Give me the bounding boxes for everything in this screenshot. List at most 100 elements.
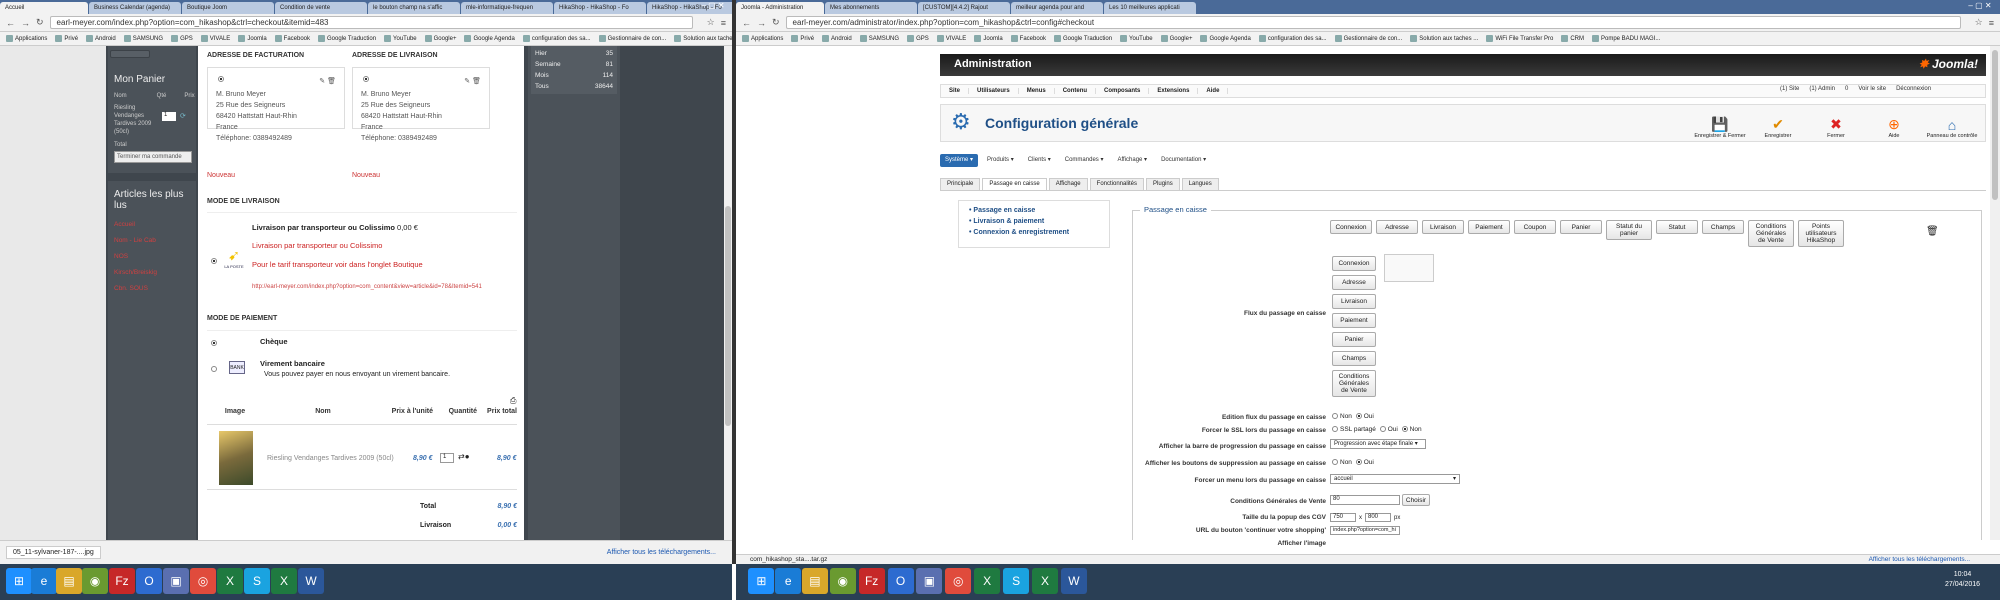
admin-status-item[interactable]: (1) Site [1780, 86, 1799, 92]
flow-step-button[interactable]: Adresse [1332, 275, 1376, 290]
bookmark[interactable]: Privé [55, 35, 78, 42]
windows-start-icon[interactable]: ⊞ [6, 568, 32, 594]
popular-article-link[interactable]: Nom - Lie Cab [114, 237, 190, 244]
update-icon[interactable]: ⇄● [458, 452, 470, 461]
browser-tab[interactable]: Business Calendar (agenda) [89, 2, 181, 14]
bookmark[interactable]: Solution aux taches ... [674, 35, 732, 42]
clock[interactable]: 10:04 27/04/2016 [1945, 570, 1980, 590]
config-tab[interactable]: Langues [1181, 178, 1219, 190]
admin-menu-item[interactable]: Composants [1096, 88, 1150, 94]
right-window-controls[interactable]: – ▢ ✕ [1962, 0, 1998, 12]
billing-radio[interactable] [218, 76, 224, 82]
browser-tab[interactable]: meilleur agenda pour and [1011, 2, 1103, 14]
explorer-icon[interactable]: ▤ [56, 568, 82, 594]
admin-menu-item[interactable]: Menus [1019, 88, 1055, 94]
filezilla-icon[interactable]: Fz [109, 568, 135, 594]
word-icon[interactable]: W [298, 568, 324, 594]
explorer-icon[interactable]: ▤ [801, 568, 828, 594]
star-icon[interactable]: ☆ [707, 17, 715, 28]
product-name[interactable]: Riesling Vendanges Tardives 2009 (50cl) [267, 455, 394, 462]
product-image[interactable] [219, 431, 253, 485]
bookmark[interactable]: Google Traduction [318, 35, 376, 42]
delivery-radio[interactable] [211, 258, 217, 264]
product-qty-input[interactable]: 1 [440, 453, 454, 463]
payment-radio-bank[interactable] [211, 366, 217, 372]
bookmark[interactable]: Facebook [1010, 35, 1046, 42]
progress-select[interactable]: Progression avec étape finale ▾ [1330, 439, 1426, 449]
refresh-icon[interactable]: ⟳ [180, 112, 186, 136]
chrome-icon[interactable]: ◎ [190, 568, 216, 594]
trash-icon[interactable]: 🗑 [1926, 226, 1939, 237]
bookmark[interactable]: Applications [6, 35, 47, 42]
show-all-downloads[interactable]: Afficher tous les téléchargements... [607, 549, 716, 556]
windows-start-icon[interactable]: ⊞ [748, 568, 775, 594]
hika-menu-item[interactable]: Affichage ▾ [1112, 154, 1152, 167]
bookmark[interactable]: Gestionnaire de con... [598, 35, 666, 42]
flow-step-button[interactable]: Connexion [1332, 256, 1376, 271]
flow-step-button[interactable]: Coupon [1514, 220, 1556, 234]
browser-tab[interactable]: Condition de vente [275, 2, 367, 14]
edit-flow-radios[interactable]: Non Oui [1330, 413, 1374, 420]
forward-icon[interactable]: → [21, 18, 30, 28]
outlook-icon[interactable]: O [887, 568, 914, 594]
flow-step-button[interactable]: Livraison [1422, 220, 1464, 234]
bookmark[interactable]: Facebook [274, 35, 310, 42]
menu-icon[interactable]: ≡ [721, 18, 726, 28]
bookmark[interactable]: SAMSUNG [123, 35, 163, 42]
browser-tab[interactable]: le bouton champ na s'affic [368, 2, 460, 14]
browser-tab[interactable]: Joomla - Administration [736, 2, 824, 14]
browser-tab[interactable]: HikaShop - HikaShop - Fo [554, 2, 646, 14]
popular-article-link[interactable]: Kirsch/Breiskig [114, 269, 190, 276]
flow-step-button[interactable]: Points utilisateurs HikaShop [1798, 220, 1844, 247]
bookmark[interactable]: YouTube [1120, 35, 1153, 42]
toolbar-button[interactable]: ✔ Enregistrer [1751, 107, 1805, 139]
app-icon[interactable]: ▣ [916, 568, 943, 594]
flow-step-button[interactable]: Panier [1560, 220, 1602, 234]
bookmark[interactable]: CRM [1561, 35, 1584, 42]
toolbar-button[interactable]: ⌂ Panneau de contrôle [1925, 107, 1979, 139]
flow-step-button[interactable]: Conditions Générales de Vente [1332, 370, 1376, 397]
sidenav-link[interactable]: • Passage en caisse [969, 205, 1099, 216]
admin-menu-item[interactable]: Extensions [1149, 88, 1199, 94]
menu-select[interactable]: accueil ▾ [1330, 474, 1460, 484]
admin-menu-item[interactable]: Utilisateurs [969, 88, 1019, 94]
flow-step-button[interactable]: Champs [1332, 351, 1376, 366]
admin-menu-item[interactable]: Contenu [1055, 88, 1097, 94]
admin-status-item[interactable]: Voir le site [1858, 86, 1886, 92]
bookmark[interactable]: Solution aux taches ... [1410, 35, 1478, 42]
hika-menu-item[interactable]: Commandes ▾ [1060, 154, 1109, 167]
sidenav-link[interactable]: • Connexion & enregistrement [969, 227, 1099, 238]
config-tab[interactable]: Principale [940, 178, 981, 190]
cgv-input[interactable]: 80 [1330, 495, 1400, 505]
back-icon[interactable]: ← [6, 18, 15, 28]
admin-status-item[interactable]: Déconnexion [1896, 86, 1931, 92]
skype-icon[interactable]: S [244, 568, 270, 594]
admin-menu-item[interactable]: Site [941, 88, 970, 94]
bookmark[interactable]: Android [86, 35, 116, 42]
excel-icon[interactable]: X [271, 568, 297, 594]
ie-icon[interactable]: e [31, 568, 57, 594]
flow-step-button[interactable]: Statut [1656, 220, 1698, 234]
excel-icon[interactable]: X [1031, 568, 1058, 594]
edit-icon[interactable]: ✎ 🗑 [319, 76, 336, 87]
filezilla-icon[interactable]: Fz [858, 568, 885, 594]
toolbar-button[interactable]: ⊕ Aide [1867, 107, 1921, 139]
popup-height-input[interactable]: 800 [1365, 513, 1391, 522]
left-scrollbar[interactable] [724, 46, 732, 540]
bookmark[interactable]: Pompe BADU MAGI... [1592, 35, 1660, 42]
left-window-controls[interactable]: – ▢ ✕ [695, 0, 731, 12]
config-tab[interactable]: Fonctionnalités [1089, 178, 1145, 190]
toolbar-button[interactable]: 💾 Enregistrer & Fermer [1693, 107, 1747, 139]
config-tab[interactable]: Passage en caisse [982, 178, 1047, 190]
shipping-radio[interactable] [363, 76, 369, 82]
browser-tab[interactable]: mle-informatique-frequen [461, 2, 553, 14]
continue-url-input[interactable]: index.php?option=com_hi [1330, 526, 1400, 535]
bookmark[interactable]: GPS [171, 35, 193, 42]
billing-new-link[interactable]: Nouveau [207, 172, 235, 179]
reload-icon[interactable]: ↻ [772, 17, 780, 28]
shipping-new-link[interactable]: Nouveau [352, 172, 380, 179]
flow-step-button[interactable]: Champs [1702, 220, 1744, 234]
checkout-button[interactable]: Terminer ma commande [114, 151, 192, 163]
bookmark[interactable]: Applications [742, 35, 783, 42]
flow-step-button[interactable]: Paiement [1332, 313, 1376, 328]
